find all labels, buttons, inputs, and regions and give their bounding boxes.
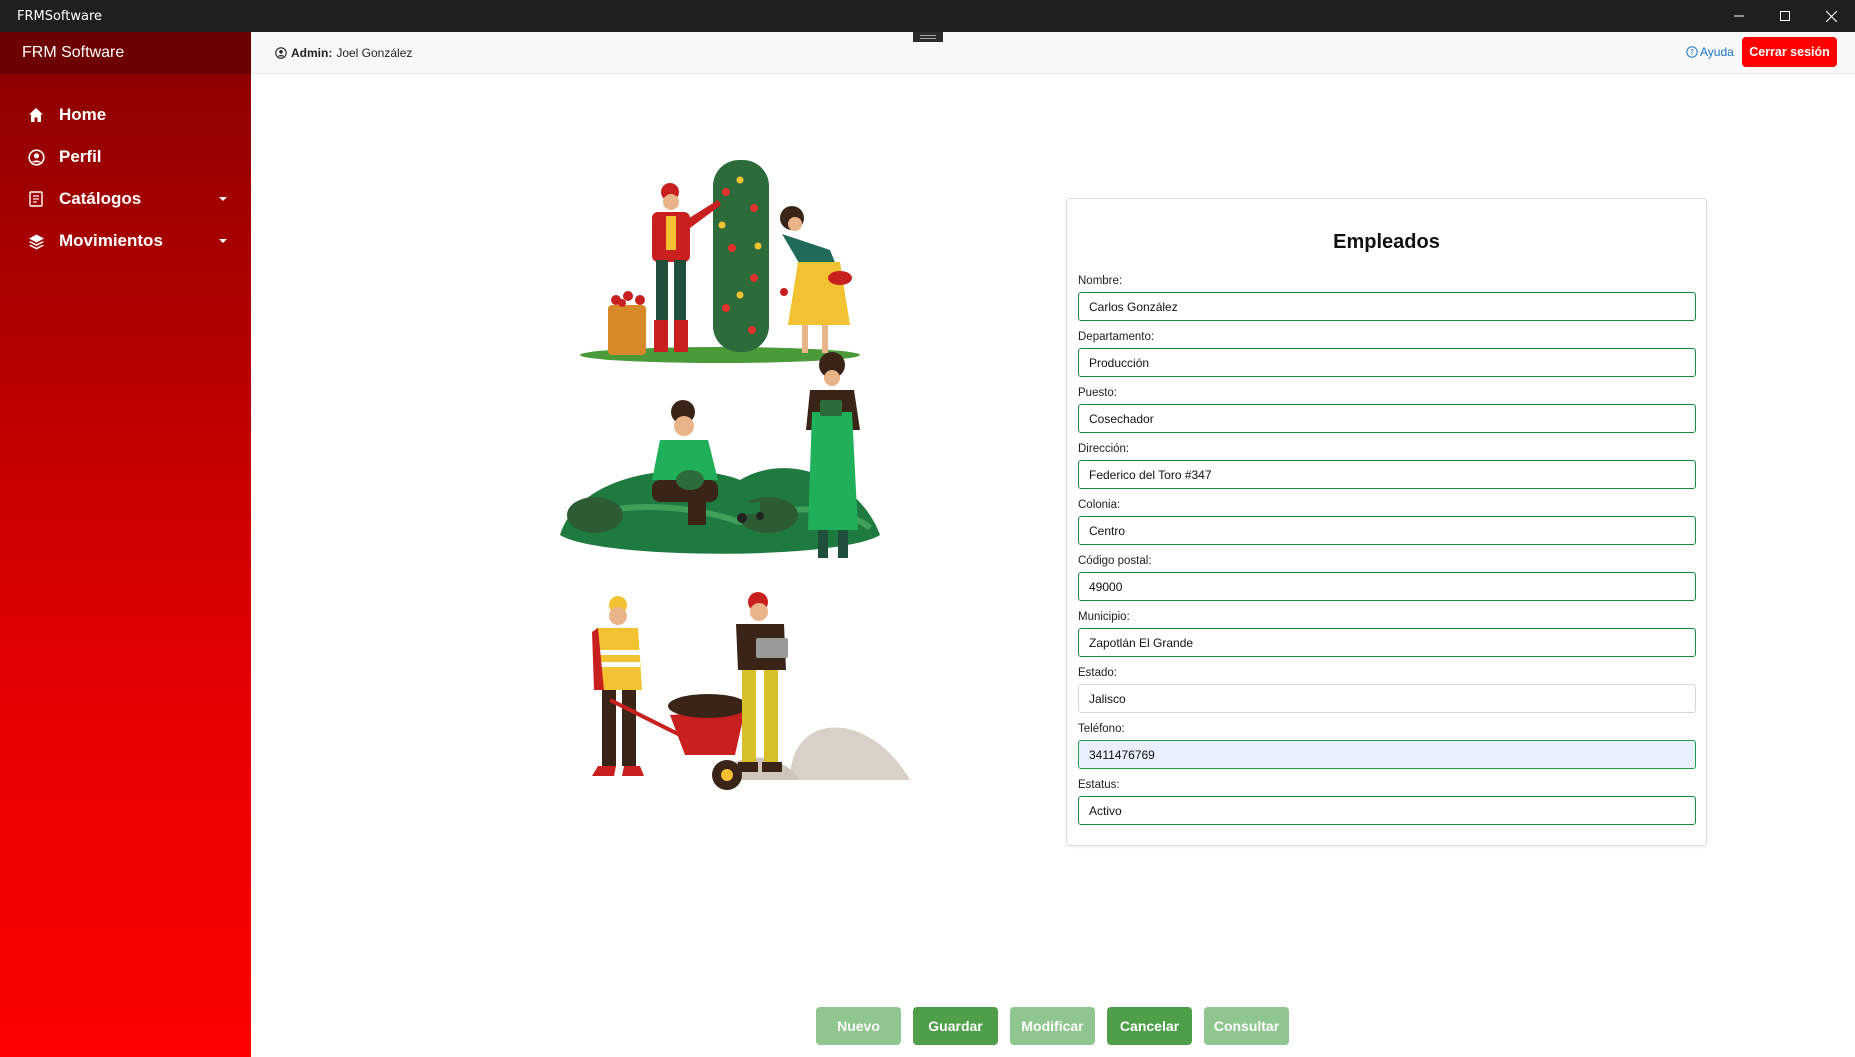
chevron-down-icon: [219, 239, 227, 243]
field-label: Estado:: [1078, 667, 1117, 679]
catalog-icon: [27, 190, 45, 208]
sidebar-item-label: Perfil: [59, 147, 102, 166]
close-icon: [1825, 10, 1837, 22]
logout-button[interactable]: Cerrar sesión: [1742, 37, 1837, 67]
sidebar-item-label: Catálogos: [59, 189, 142, 208]
minimize-button[interactable]: [1716, 0, 1762, 32]
guardar-button[interactable]: Guardar: [913, 1007, 998, 1045]
departamento-input[interactable]: [1078, 348, 1696, 377]
field-label: Puesto:: [1078, 387, 1117, 399]
close-window-button[interactable]: [1808, 0, 1854, 32]
consultar-button[interactable]: Consultar: [1204, 1007, 1289, 1045]
workers-illustration: [560, 160, 910, 790]
estatus-input[interactable]: [1078, 796, 1696, 825]
sidebar-item-label: Home: [59, 105, 107, 124]
field-label: Nombre:: [1078, 275, 1123, 287]
field-label: Colonia:: [1078, 499, 1121, 511]
field-departamento: Departamento:: [1078, 331, 1696, 377]
admin-name: Joel González: [336, 46, 413, 60]
user-circle-icon: [275, 47, 287, 59]
field-puesto: Puesto:: [1078, 387, 1696, 433]
maximize-icon: [1780, 11, 1790, 21]
sidebar: FRM Software Home Perfil Catálogos Movim…: [0, 32, 251, 1057]
field-estatus: Estatus:: [1078, 779, 1696, 825]
sidebar-item-catalogos[interactable]: Catálogos: [0, 178, 251, 220]
user-circle-icon: [27, 148, 45, 166]
help-label: Ayuda: [1700, 45, 1734, 59]
field-colonia: Colonia:: [1078, 499, 1696, 545]
window-titlebar: FRMSoftware: [0, 0, 1855, 32]
codigo-postal-input[interactable]: [1078, 572, 1696, 601]
field-telefono: Teléfono:: [1078, 723, 1696, 769]
employee-form-card: Empleados Nombre: Departamento: Puesto: …: [1066, 198, 1707, 846]
colonia-input[interactable]: [1078, 516, 1696, 545]
field-estado: Estado:: [1078, 667, 1696, 713]
chevron-down-icon: [219, 197, 227, 201]
admin-label: Admin:: [291, 46, 333, 60]
telefono-input[interactable]: [1078, 740, 1696, 769]
field-label: Departamento:: [1078, 331, 1155, 343]
modificar-button[interactable]: Modificar: [1010, 1007, 1095, 1045]
municipio-input[interactable]: [1078, 628, 1696, 657]
maximize-button[interactable]: [1762, 0, 1808, 32]
sidebar-nav: Home Perfil Catálogos Movimientos: [0, 94, 251, 262]
puesto-input[interactable]: [1078, 404, 1696, 433]
admin-user-info: Admin: Joel González: [275, 46, 412, 60]
minimize-icon: [1734, 15, 1744, 17]
direccion-input[interactable]: [1078, 460, 1696, 489]
field-label: Teléfono:: [1078, 723, 1125, 735]
question-circle-icon: ?: [1686, 46, 1698, 58]
help-link[interactable]: ? Ayuda: [1686, 45, 1734, 59]
field-label: Estatus:: [1078, 779, 1120, 791]
field-direccion: Dirección:: [1078, 443, 1696, 489]
field-codigo-postal: Código postal:: [1078, 555, 1696, 601]
nombre-input[interactable]: [1078, 292, 1696, 321]
sidebar-item-perfil[interactable]: Perfil: [0, 136, 251, 178]
nuevo-button[interactable]: Nuevo: [816, 1007, 901, 1045]
sidebar-item-movimientos[interactable]: Movimientos: [0, 220, 251, 262]
drag-handle[interactable]: [913, 32, 943, 42]
field-municipio: Municipio:: [1078, 611, 1696, 657]
sidebar-item-home[interactable]: Home: [0, 94, 251, 136]
field-nombre: Nombre:: [1078, 275, 1696, 321]
top-header: Admin: Joel González ? Ayuda Cerrar sesi…: [251, 32, 1855, 74]
window-title: FRMSoftware: [17, 9, 103, 24]
cancelar-button[interactable]: Cancelar: [1107, 1007, 1192, 1045]
svg-text:?: ?: [1690, 48, 1694, 57]
sidebar-item-label: Movimientos: [59, 231, 163, 250]
field-label: Código postal:: [1078, 555, 1152, 567]
field-label: Dirección:: [1078, 443, 1130, 455]
form-title: Empleados: [1333, 231, 1440, 253]
layers-icon: [27, 232, 45, 250]
field-label: Municipio:: [1078, 611, 1130, 623]
home-icon: [27, 106, 45, 124]
estado-input[interactable]: [1078, 684, 1696, 713]
sidebar-brand[interactable]: FRM Software: [0, 32, 251, 74]
